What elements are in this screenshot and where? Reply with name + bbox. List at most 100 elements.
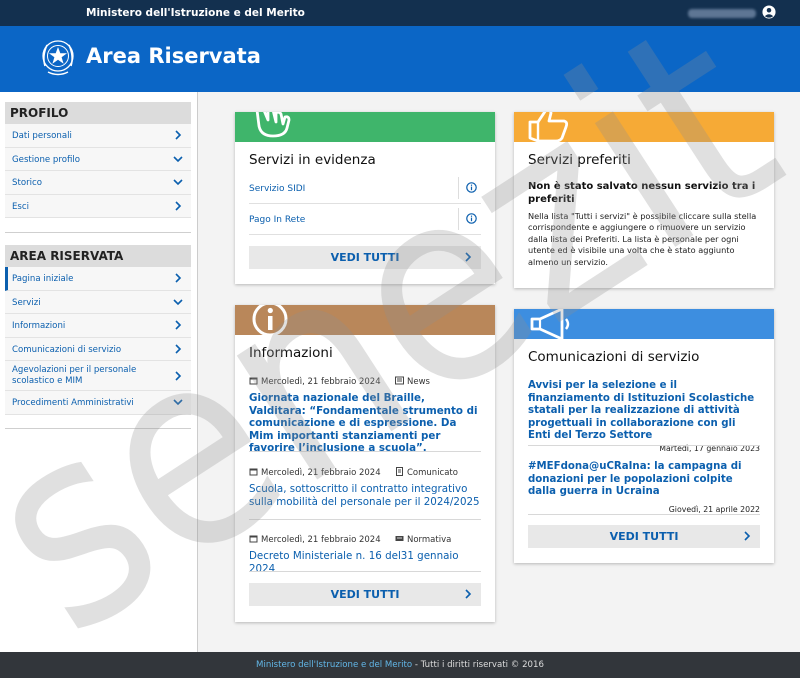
- megaphone-icon: [530, 309, 570, 339]
- news-category: Comunicato: [395, 467, 458, 478]
- news-item[interactable]: Mercoledì, 21 febbraio 2024 News Giornat…: [249, 376, 481, 455]
- communication-date: Giovedì, 21 aprile 2022: [668, 504, 760, 514]
- news-date-text: Mercoledì, 21 febbraio 2024: [261, 535, 381, 545]
- sidebar-item-label: Dati personali: [12, 131, 72, 141]
- button-label: VEDI TUTTI: [330, 588, 400, 601]
- sidebar-section-profilo: PROFILO Dati personali Gestione profilo …: [5, 102, 191, 218]
- chevron-down-icon: [173, 179, 183, 186]
- news-meta: Mercoledì, 21 febbraio 2024 Comunicato: [249, 467, 481, 479]
- divider: [528, 445, 760, 446]
- button-label: VEDI TUTTI: [609, 530, 679, 543]
- sidebar-item-agevolazioni[interactable]: Agevolazioni per il personale scolastico…: [5, 361, 191, 391]
- card-servizi-preferiti: Servizi preferiti Non è stato salvato ne…: [514, 112, 774, 288]
- footer-ministry-link[interactable]: Ministero dell'Istruzione e del Merito: [256, 660, 412, 670]
- communication-title-link[interactable]: Avvisi per la selezione e il finanziamen…: [528, 380, 760, 443]
- chevron-right-icon: [465, 589, 472, 599]
- sidebar-item-dati-personali[interactable]: Dati personali: [5, 124, 191, 148]
- news-date: Mercoledì, 21 febbraio 2024: [249, 467, 381, 478]
- sidebar-divider: [5, 428, 191, 429]
- chevron-right-icon: [175, 201, 182, 211]
- news-category: News: [395, 376, 430, 387]
- chevron-right-icon: [175, 130, 182, 140]
- info-icon[interactable]: [466, 182, 477, 193]
- info-icon[interactable]: [466, 213, 477, 224]
- chevron-down-icon: [173, 399, 183, 406]
- card-band-orange: [514, 112, 774, 142]
- service-link[interactable]: Servizio SIDI: [249, 184, 305, 194]
- calendar-icon: [249, 377, 258, 385]
- footer-copyright: - Tutti i diritti riservati © 2016: [412, 660, 544, 670]
- news-date-text: Mercoledì, 21 febbraio 2024: [261, 377, 381, 387]
- row-divider: [458, 177, 459, 199]
- thumbs-up-icon: [528, 112, 569, 142]
- chevron-right-icon: [175, 344, 182, 354]
- news-title-link[interactable]: Scuola, sottoscritto il contratto integr…: [249, 483, 481, 508]
- empty-favorites-title: Non è stato salvato nessun servizio tra …: [528, 181, 756, 205]
- empty-favorites-text: Nella lista "Tutti i servizi" è possibil…: [528, 211, 757, 267]
- calendar-icon: [249, 468, 258, 476]
- service-row-sidi[interactable]: Servizio SIDI: [249, 174, 481, 204]
- news-date: Mercoledì, 21 febbraio 2024: [249, 376, 381, 387]
- sidebar-item-label: Pagina iniziale: [12, 274, 74, 284]
- user-name-blurred[interactable]: [688, 9, 756, 18]
- card-informazioni: Informazioni Mercoledì, 21 febbraio 2024…: [235, 305, 495, 622]
- sidebar-item-comunicazioni[interactable]: Comunicazioni di servizio: [5, 337, 191, 361]
- card-band-brown: [235, 305, 495, 335]
- sidebar-heading-area-riservata: AREA RISERVATA: [5, 245, 191, 267]
- news-title-link[interactable]: Giornata nazionale del Braille, Valditar…: [249, 392, 481, 455]
- vedi-tutti-informazioni-button[interactable]: VEDI TUTTI: [249, 583, 481, 606]
- sidebar-item-gestione-profilo[interactable]: Gestione profilo: [5, 147, 191, 171]
- divider: [528, 514, 760, 515]
- button-label: VEDI TUTTI: [330, 251, 400, 264]
- sidebar-divider: [5, 232, 191, 233]
- communication-title-link[interactable]: #MEFdona@uCRaIna: la campagna di donazio…: [528, 461, 760, 499]
- communication-item[interactable]: Avvisi per la selezione e il finanziamen…: [528, 380, 760, 453]
- vedi-tutti-servizi-button[interactable]: VEDI TUTTI: [249, 246, 481, 269]
- news-category: Normativa: [395, 534, 451, 545]
- card-band-green: [235, 112, 495, 142]
- sidebar-item-label: Servizi: [12, 297, 41, 308]
- card-comunicazioni: Comunicazioni di servizio Avvisi per la …: [514, 309, 774, 563]
- chevron-down-icon: [173, 299, 183, 305]
- news-item[interactable]: Mercoledì, 21 febbraio 2024 Normativa De…: [249, 534, 481, 575]
- news-item[interactable]: Mercoledì, 21 febbraio 2024 Comunicato S…: [249, 467, 481, 508]
- chevron-right-icon: [175, 370, 182, 381]
- sidebar-item-pagina-iniziale[interactable]: Pagina iniziale: [5, 267, 191, 291]
- sidebar-item-servizi[interactable]: Servizi: [5, 290, 191, 314]
- divider: [249, 451, 481, 452]
- footer: Ministero dell'Istruzione e del Merito -…: [0, 652, 800, 678]
- sidebar-item-label: Agevolazioni per il personale scolastico…: [12, 365, 137, 386]
- chevron-right-icon: [175, 273, 182, 283]
- keyboard-icon: [395, 536, 404, 541]
- vedi-tutti-comunicazioni-button[interactable]: VEDI TUTTI: [528, 525, 760, 548]
- sidebar-item-storico[interactable]: Storico: [5, 171, 191, 195]
- divider: [249, 519, 481, 520]
- card-band-blue: [514, 309, 774, 339]
- sidebar-item-esci[interactable]: Esci: [5, 194, 191, 218]
- news-meta: Mercoledì, 21 febbraio 2024 Normativa: [249, 534, 481, 546]
- sidebar-item-label: Storico: [12, 178, 42, 188]
- service-link[interactable]: Pago In Rete: [249, 215, 305, 225]
- communication-item[interactable]: #MEFdona@uCRaIna: la campagna di donazio…: [528, 461, 760, 514]
- sidebar-heading-profilo: PROFILO: [5, 102, 191, 124]
- sidebar-item-procedimenti[interactable]: Procedimenti Amministrativi: [5, 391, 191, 415]
- news-category-text: Comunicato: [407, 468, 458, 478]
- header: Area Riservata: [0, 26, 800, 92]
- card-servizi-evidenza: Servizi in evidenza Servizio SIDI Pago I…: [235, 112, 495, 284]
- service-row-pago-in-rete[interactable]: Pago In Rete: [249, 205, 481, 235]
- sidebar-item-informazioni[interactable]: Informazioni: [5, 314, 191, 338]
- chevron-right-icon: [744, 531, 751, 541]
- newspaper-icon: [395, 376, 404, 385]
- sidebar-item-label: Gestione profilo: [12, 154, 81, 165]
- chevron-right-icon: [465, 252, 472, 262]
- divider: [249, 571, 481, 572]
- republic-emblem-icon[interactable]: [38, 36, 78, 80]
- sidebar-item-label: Comunicazioni di servizio: [12, 344, 122, 355]
- sidebar-item-label: Esci: [12, 201, 30, 212]
- card-title: Informazioni: [249, 345, 333, 361]
- row-divider: [458, 208, 459, 230]
- news-date: Mercoledì, 21 febbraio 2024: [249, 534, 381, 545]
- user-circle-icon[interactable]: [762, 5, 776, 19]
- sidebar-item-label: Informazioni: [12, 321, 66, 331]
- calendar-icon: [249, 535, 258, 543]
